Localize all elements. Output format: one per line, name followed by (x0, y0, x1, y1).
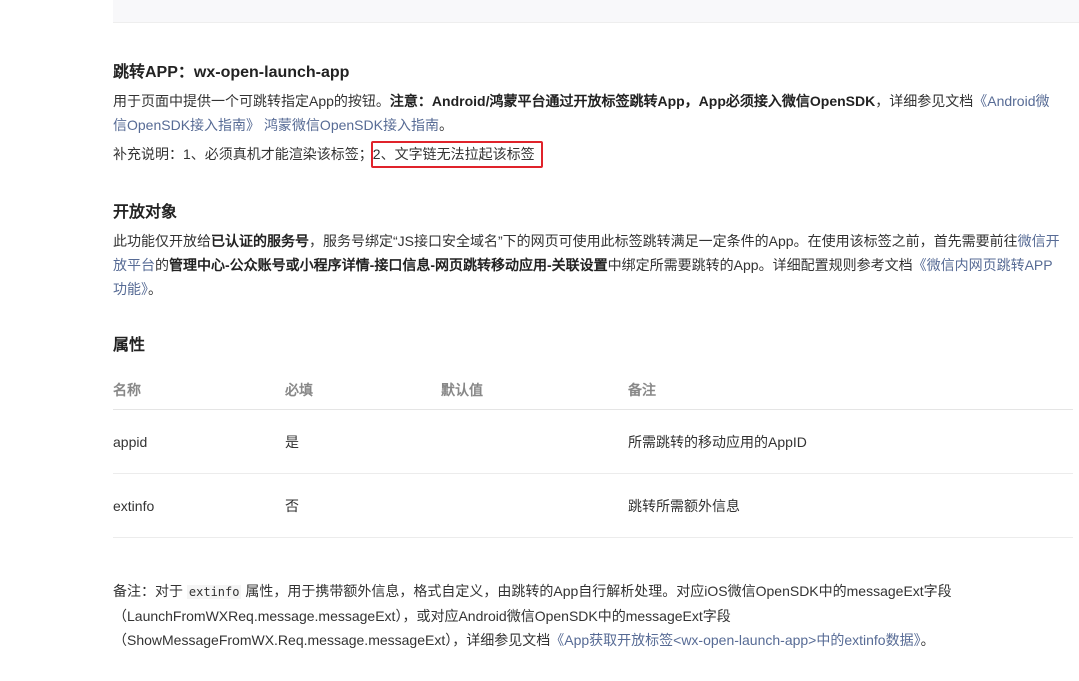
open-target-paragraph: 此功能仅开放给已认证的服务号，服务号绑定“JS接口安全域名”下的网页可使用此标签… (113, 229, 1073, 301)
cell-name: appid (113, 409, 285, 474)
open-target-text-2: ，服务号绑定“JS接口安全域名”下的网页可使用此标签跳转满足一定条件的App。在… (309, 233, 1018, 249)
cell-name: extinfo (113, 473, 285, 538)
column-header-name: 名称 (113, 370, 285, 410)
web-launch-app-doc-link[interactable]: 《微信内网页跳转APP (913, 257, 1053, 273)
column-header-remark: 备注 (628, 370, 1073, 410)
intro-paragraph: 用于页面中提供一个可跳转指定App的按钮。注意：Android/鸿蒙平台通过开放… (113, 89, 1073, 137)
supplement-text-1: 补充说明：1、必须真机才能渲染该标签； (113, 146, 373, 162)
extinfo-code: extinfo (186, 585, 242, 599)
note-text-4: （ShowMessageFromWX.Req.message.messageEx… (113, 632, 551, 648)
cell-required: 是 (285, 409, 441, 474)
android-sdk-guide-link-cont[interactable]: 信OpenSDK接入指南》 (113, 117, 260, 133)
web-launch-app-doc-link-cont[interactable]: 功能》 (113, 281, 148, 297)
cell-remark: 所需跳转的移动应用的AppID (628, 409, 1073, 474)
table-header-row: 名称 必填 默认值 备注 (113, 370, 1073, 410)
harmony-sdk-guide-link[interactable]: 鸿蒙微信OpenSDK接入指南 (264, 117, 439, 133)
open-target-text-3: 的 (155, 257, 169, 273)
table-row: extinfo 否 跳转所需额外信息 (113, 473, 1073, 538)
note-text-2: 属性，用于携带额外信息，格式自定义，由跳转的App自行解析处理。对应iOS微信O… (241, 583, 952, 599)
note-text-1: 备注：对于 (113, 583, 187, 599)
table-row: appid 是 所需跳转的移动应用的AppID (113, 409, 1073, 474)
cell-default (441, 473, 628, 538)
intro-end: 。 (438, 117, 453, 133)
extinfo-doc-link[interactable]: 《App获取开放标签<wx-open-launch-app>中的extinfo数… (550, 632, 920, 648)
attributes-table: 名称 必填 默认值 备注 appid 是 所需跳转的移动应用的AppID ext… (113, 370, 1073, 538)
note-paragraph: 备注：对于 extinfo 属性，用于携带额外信息，格式自定义，由跳转的App自… (113, 579, 1073, 652)
section-title-open-target: 开放对象 (113, 204, 178, 221)
intro-text: 用于页面中提供一个可跳转指定App的按钮。 (113, 93, 390, 109)
column-header-default: 默认值 (441, 370, 628, 410)
open-target-end: 。 (148, 281, 162, 297)
highlight-box (371, 141, 543, 168)
note-end: 。 (920, 632, 935, 648)
previous-code-block (113, 0, 1079, 23)
android-sdk-guide-link[interactable]: 《Android微 (973, 93, 1049, 109)
column-header-required: 必填 (285, 370, 441, 410)
open-target-text: 此功能仅开放给 (113, 233, 211, 249)
cell-remark: 跳转所需额外信息 (628, 473, 1073, 538)
section-title-attributes: 属性 (113, 337, 146, 354)
certified-account-text: 已认证的服务号 (211, 233, 309, 249)
open-platform-link-cont[interactable]: 放平台 (113, 257, 155, 273)
note-text-3: （LaunchFromWXReq.message.messageExt），或对应… (113, 608, 731, 624)
intro-doc-text: ，详细参见文档 (875, 93, 974, 109)
supplement-note: 补充说明：1、必须真机才能渲染该标签；2、文字链无法拉起该标签 (113, 142, 1073, 166)
section-title-launch-app: 跳转APP：wx-open-launch-app (113, 64, 350, 81)
cell-default (441, 409, 628, 474)
cell-required: 否 (285, 473, 441, 538)
settings-path-text: 管理中心-公众账号或小程序详情-接口信息-网页跳转移动应用-关联设置 (169, 257, 608, 273)
intro-notice: 注意：Android/鸿蒙平台通过开放标签跳转App，App必须接入微信Open… (389, 93, 876, 109)
open-target-text-4: 中绑定所需要跳转的App。详细配置规则参考文档 (607, 257, 913, 273)
open-platform-link[interactable]: 微信开 (1018, 233, 1060, 249)
